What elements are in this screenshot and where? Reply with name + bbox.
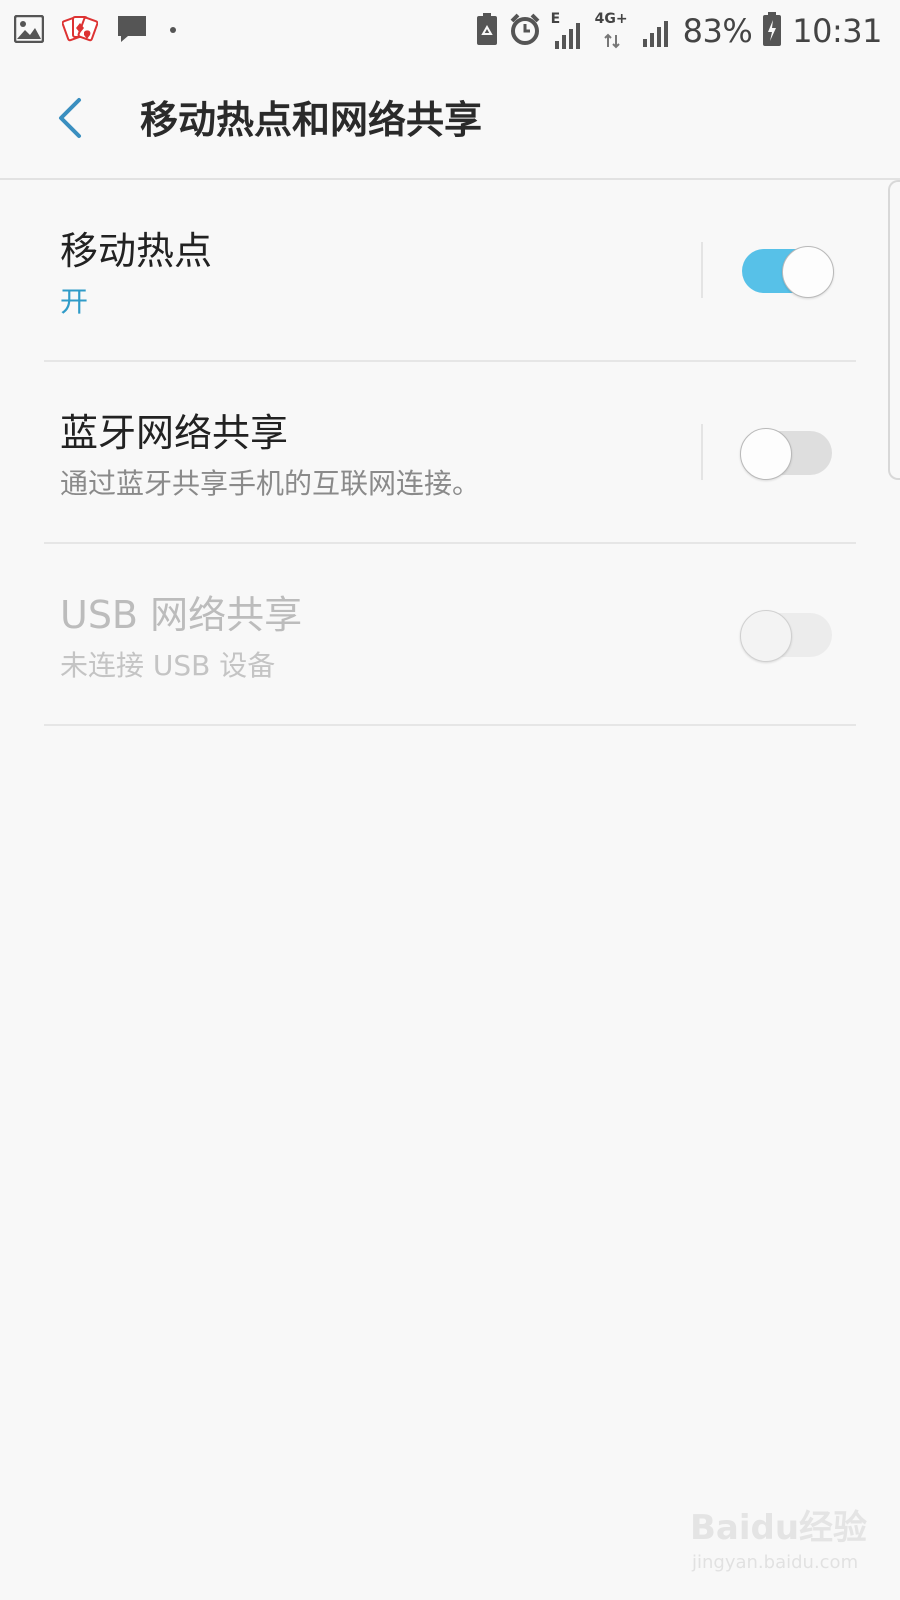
baidu-watermark: Baidu经验 jingyan.baidu.com	[690, 1500, 870, 1590]
status-bar-system: E 4G+ 83% 10:31	[475, 10, 882, 52]
list-divider	[44, 724, 856, 726]
row-divider	[701, 242, 703, 298]
watermark-url: jingyan.baidu.com	[692, 1552, 859, 1573]
dot-icon	[166, 22, 180, 41]
setting-title: 蓝牙网络共享	[60, 411, 289, 455]
gallery-icon	[13, 14, 45, 47]
signal-icon	[641, 9, 673, 53]
setting-description: 未连接 USB 设备	[60, 649, 276, 682]
usb-tethering-toggle	[740, 610, 834, 662]
toggle-knob	[740, 610, 792, 662]
setting-row-mobile-hotspot[interactable]: 移动热点 开	[0, 180, 900, 362]
status-bar: E 4G+ 83% 10:31	[0, 0, 900, 62]
cards-app-icon	[61, 14, 99, 48]
message-icon	[116, 14, 148, 48]
setting-description: 通过蓝牙共享手机的互联网连接。	[60, 467, 481, 500]
setting-row-bluetooth-tethering[interactable]: 蓝牙网络共享 通过蓝牙共享手机的互联网连接。	[0, 362, 900, 544]
bluetooth-tethering-toggle[interactable]	[740, 428, 834, 480]
row-divider	[701, 424, 703, 480]
setting-title: USB 网络共享	[60, 593, 303, 637]
setting-row-usb-tethering: USB 网络共享 未连接 USB 设备	[0, 544, 900, 726]
signal-e-icon: E	[551, 11, 585, 51]
page-title: 移动热点和网络共享	[140, 98, 483, 142]
mobile-hotspot-toggle[interactable]	[740, 246, 834, 298]
alarm-icon	[509, 12, 541, 50]
network-4g-icon: 4G+	[595, 11, 631, 51]
back-button[interactable]	[46, 92, 94, 148]
clock: 10:31	[792, 12, 882, 50]
battery-percent: 83%	[682, 12, 753, 50]
toggle-knob	[740, 428, 792, 480]
watermark-logo: Baidu经验	[690, 1508, 868, 1548]
chevron-left-icon	[55, 96, 85, 144]
app-header: 移动热点和网络共享	[0, 62, 900, 180]
toggle-knob	[782, 246, 834, 298]
status-bar-notifications	[13, 14, 180, 48]
battery-saver-icon	[475, 12, 499, 50]
setting-status: 开	[60, 285, 89, 318]
battery-charging-icon	[762, 11, 782, 51]
setting-title: 移动热点	[60, 229, 213, 273]
